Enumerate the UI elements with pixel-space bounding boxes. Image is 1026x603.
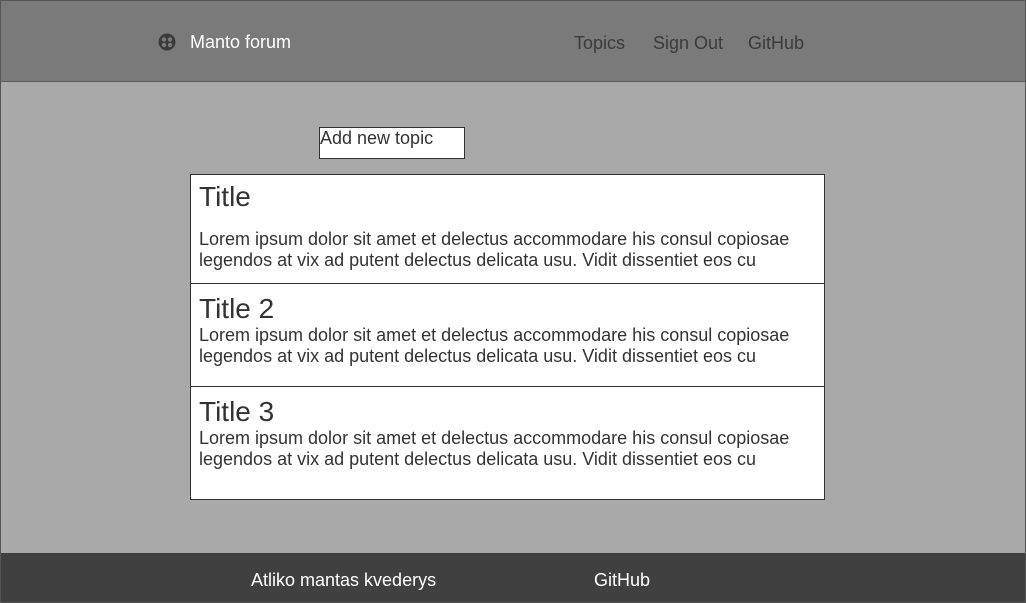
topic-item[interactable]: Title 3 Lorem ipsum dolor sit amet et de… — [191, 386, 824, 499]
nav-topics-link[interactable]: Topics — [574, 33, 625, 54]
footer-github-link[interactable]: GitHub — [594, 570, 650, 591]
site-footer: Atliko mantas kvederys GitHub — [0, 553, 1026, 603]
topic-title: Title — [199, 181, 251, 212]
topic-excerpt: Lorem ipsum dolor sit amet et delectus a… — [199, 229, 790, 270]
topic-list: Title Lorem ipsum dolor sit amet et dele… — [190, 174, 825, 500]
add-new-topic-button[interactable]: Add new topic — [319, 127, 465, 159]
footer-author-credit: Atliko mantas kvederys — [251, 570, 437, 590]
brand-name-link[interactable]: Manto forum — [190, 32, 291, 53]
topic-title: Title 2 — [199, 293, 275, 324]
topic-item[interactable]: Title 2 Lorem ipsum dolor sit amet et de… — [191, 283, 824, 386]
topic-title: Title 3 — [199, 396, 275, 427]
topic-excerpt: Lorem ipsum dolor sit amet et delectus a… — [199, 325, 790, 366]
site-header: Manto forum Topics Sign Out GitHub — [0, 0, 1026, 82]
topic-excerpt: Lorem ipsum dolor sit amet et delectus a… — [199, 428, 790, 469]
topic-item[interactable]: Title Lorem ipsum dolor sit amet et dele… — [191, 175, 824, 283]
nav-github-link[interactable]: GitHub — [748, 33, 804, 54]
forum-logo-icon[interactable] — [158, 33, 176, 51]
nav-sign-out-link[interactable]: Sign Out — [653, 33, 723, 54]
